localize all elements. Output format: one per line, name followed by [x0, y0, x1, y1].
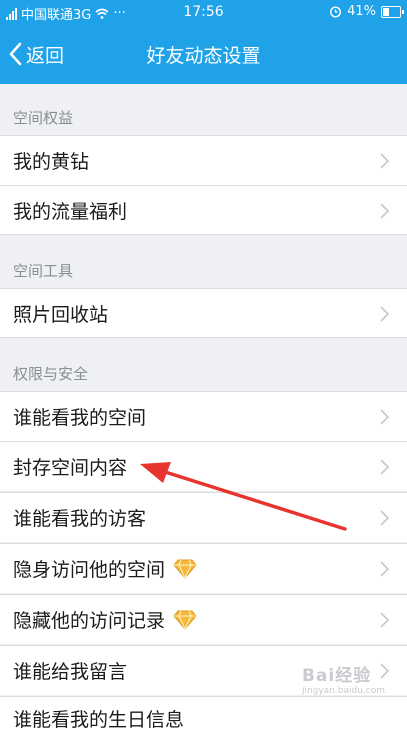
list-item-label: 我的流量福利: [13, 200, 128, 223]
list-item-label: 照片回收站: [13, 303, 109, 326]
watermark-url: jingyan.baidu.com: [301, 686, 385, 696]
list-item-invisible-visit[interactable]: 隐身访问他的空间: [0, 543, 407, 593]
list-item-label: 谁能看我的生日信息: [13, 709, 185, 731]
section-header-benefits: 空间权益: [13, 109, 74, 127]
status-bar: 中国联通3G ··· 17:56 41%: [0, 0, 407, 24]
list-item-photo-recycle-bin[interactable]: 照片回收站: [0, 288, 407, 338]
list-item-who-can-view-space[interactable]: 谁能看我的空间: [0, 391, 407, 441]
chevron-right-icon: [380, 153, 389, 169]
chevron-right-icon: [380, 306, 389, 322]
list-item-yellow-diamond[interactable]: 我的黄钻: [0, 135, 407, 185]
yellow-diamond-icon: [173, 610, 197, 630]
watermark-text: Bai经验: [301, 666, 372, 686]
list-item-label: 谁能看我的访客: [13, 508, 147, 530]
yellow-diamond-icon: [173, 559, 197, 579]
section-header-tools: 空间工具: [13, 262, 74, 280]
chevron-right-icon: [380, 409, 389, 425]
list-item-label: 谁能给我留言: [13, 661, 128, 683]
alarm-icon: [330, 6, 342, 18]
section-header-privacy: 权限与安全: [13, 365, 89, 383]
chevron-right-icon: [380, 561, 389, 577]
list-item-label: 谁能看我的空间: [13, 407, 147, 429]
chevron-right-icon: [380, 203, 389, 219]
chevron-right-icon: [380, 510, 389, 526]
page-title: 好友动态设置: [146, 45, 261, 67]
chevron-right-icon: [380, 612, 389, 628]
list-item-label: 隐藏他的访问记录: [13, 610, 166, 632]
nav-bar: 返回 好友动态设置: [0, 24, 407, 84]
list-item-label: 我的黄钻: [13, 151, 90, 173]
list-item-label: 封存空间内容: [13, 457, 128, 479]
list-item-archive-space-content[interactable]: 封存空间内容: [0, 441, 407, 491]
chevron-right-icon: [380, 459, 389, 475]
list-item-hide-visit-record[interactable]: 隐藏他的访问记录: [0, 594, 407, 644]
list-item-who-can-view-visitors[interactable]: 谁能看我的访客: [0, 492, 407, 542]
list-item-label: 隐身访问他的空间: [13, 559, 166, 581]
list-item-data-benefits[interactable]: 我的流量福利: [0, 185, 407, 235]
watermark: Bai经验 jingyan.baidu.com: [302, 661, 385, 696]
battery-icon: [381, 5, 404, 18]
battery-percent: 41%: [347, 4, 376, 19]
list-item-who-can-view-birthday[interactable]: 谁能看我的生日信息: [0, 696, 407, 746]
